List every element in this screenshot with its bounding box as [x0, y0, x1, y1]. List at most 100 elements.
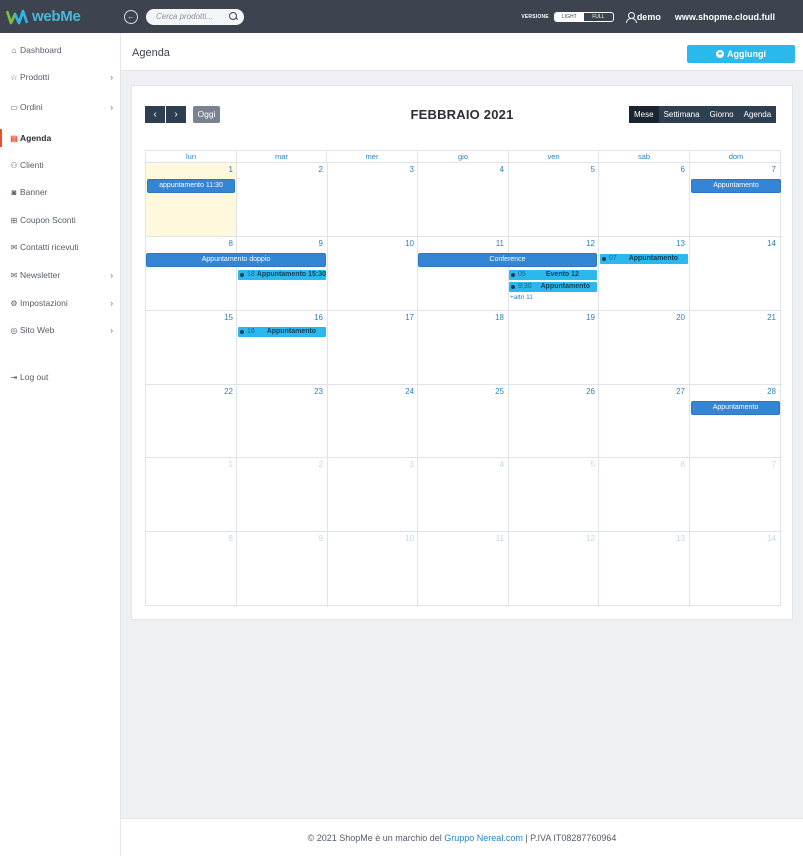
- back-arrow-icon[interactable]: ←: [124, 9, 138, 24]
- calendar-event[interactable]: Conference: [418, 253, 597, 267]
- day-number[interactable]: 12: [575, 239, 595, 248]
- day-number[interactable]: 5: [575, 165, 595, 174]
- day-number[interactable]: 17: [394, 313, 414, 322]
- day-number[interactable]: 3: [394, 165, 414, 174]
- day-number[interactable]: 2: [303, 165, 323, 174]
- day-number[interactable]: 15: [213, 313, 233, 322]
- view-day-button[interactable]: Giorno: [705, 106, 739, 123]
- sidebar-item-prodotti[interactable]: ☆ Prodotti ›: [0, 68, 121, 86]
- day-number-other-month[interactable]: 5: [575, 460, 595, 469]
- view-agenda-button[interactable]: Agenda: [739, 106, 777, 123]
- version-toggle[interactable]: LIGHT FULL: [553, 11, 614, 22]
- day-number[interactable]: 14: [756, 239, 776, 248]
- event-title: Appuntamento: [266, 328, 317, 335]
- day-number-other-month[interactable]: 7: [756, 460, 776, 469]
- sidebar-item-label: Clienti: [20, 160, 44, 170]
- day-number[interactable]: 26: [575, 387, 595, 396]
- version-light-option[interactable]: LIGHT: [554, 12, 584, 21]
- day-number[interactable]: 27: [665, 387, 685, 396]
- site-link[interactable]: www.shopme.cloud.full: [675, 12, 775, 22]
- day-number-other-month[interactable]: 2: [303, 460, 323, 469]
- sidebar-item-label: Agenda: [20, 133, 52, 143]
- day-number[interactable]: 13: [665, 239, 685, 248]
- day-number[interactable]: 24: [394, 387, 414, 396]
- sidebar-item-impostazioni[interactable]: ⚙ Impostazioni ›: [0, 294, 121, 312]
- more-events-link[interactable]: +altri 11: [510, 294, 533, 301]
- event-dot-icon: [240, 330, 244, 334]
- version-full-option[interactable]: FULL: [584, 13, 613, 21]
- grid-line: [146, 310, 782, 311]
- sidebar-item-newsletter[interactable]: ✉ Newsletter ›: [0, 266, 121, 284]
- gear-icon: ⚙: [10, 298, 18, 308]
- day-number-other-month[interactable]: 3: [394, 460, 414, 469]
- day-number[interactable]: 19: [575, 313, 595, 322]
- sidebar-item-sito-web[interactable]: ◎ Sito Web ›: [0, 321, 121, 339]
- day-number[interactable]: 20: [665, 313, 685, 322]
- sidebar-item-label: Sito Web: [20, 325, 55, 335]
- view-week-button[interactable]: Settimana: [659, 106, 705, 123]
- day-number-other-month[interactable]: 4: [484, 460, 504, 469]
- day-number[interactable]: 16: [303, 313, 323, 322]
- people-icon: ⚇: [10, 160, 18, 170]
- day-number[interactable]: 7: [756, 165, 776, 174]
- prev-month-button[interactable]: ‹: [145, 106, 165, 123]
- sidebar-item-coupon[interactable]: ⊞ Coupon Sconti: [0, 211, 121, 229]
- calendar-event-dot[interactable]: 16 Appuntamento: [238, 327, 326, 337]
- calendar-event[interactable]: Appuntamento: [691, 401, 780, 415]
- day-number-other-month[interactable]: 11: [484, 534, 504, 543]
- view-month-button[interactable]: Mese: [629, 106, 659, 123]
- search-input[interactable]: [156, 12, 226, 21]
- day-number-other-month[interactable]: 14: [756, 534, 776, 543]
- calendar-event[interactable]: Appuntamento doppio: [146, 253, 326, 267]
- day-number[interactable]: 6: [665, 165, 685, 174]
- day-number[interactable]: 4: [484, 165, 504, 174]
- day-number-other-month[interactable]: 1: [213, 460, 233, 469]
- sidebar-item-dashboard[interactable]: ⌂ Dashboard: [0, 41, 121, 59]
- add-button[interactable]: + Aggiungi: [687, 45, 795, 63]
- newsletter-icon: ✉: [10, 270, 18, 280]
- sidebar-item-agenda[interactable]: ▤ Agenda: [0, 129, 121, 147]
- sidebar-item-contatti[interactable]: ✉ Contatti ricevuti: [0, 238, 121, 256]
- day-number[interactable]: 23: [303, 387, 323, 396]
- day-number-other-month[interactable]: 6: [665, 460, 685, 469]
- sidebar-item-clienti[interactable]: ⚇ Clienti: [0, 156, 121, 174]
- sidebar-item-ordini[interactable]: ▭ Ordini ›: [0, 98, 121, 116]
- weekday-header: lun: [146, 151, 237, 162]
- add-button-label: Aggiungi: [727, 49, 766, 59]
- calendar-event-dot[interactable]: 9:30 Appuntamento: [509, 282, 597, 292]
- logo[interactable]: webMe: [0, 8, 120, 25]
- calendar-event-dot[interactable]: 07 Appuntamento: [600, 254, 688, 264]
- day-number-other-month[interactable]: 8: [213, 534, 233, 543]
- today-button[interactable]: Oggi: [193, 106, 220, 123]
- sidebar-item-banner[interactable]: ◙ Banner: [0, 183, 121, 201]
- calendar-event-dot[interactable]: 05 Evento 12: [509, 270, 597, 280]
- day-number[interactable]: 9: [303, 239, 323, 248]
- calendar-event[interactable]: appuntamento 11:30: [147, 179, 235, 193]
- day-number-other-month[interactable]: 10: [394, 534, 414, 543]
- day-number[interactable]: 18: [484, 313, 504, 322]
- day-number[interactable]: 22: [213, 387, 233, 396]
- calendar-event-dot[interactable]: 18 Appuntamento 15:30: [238, 270, 326, 280]
- day-number[interactable]: 11: [484, 239, 504, 248]
- next-month-button[interactable]: ›: [166, 106, 186, 123]
- user-menu[interactable]: demo: [625, 12, 661, 23]
- footer-link[interactable]: Gruppo Nereal.com: [444, 833, 523, 843]
- day-number-other-month[interactable]: 9: [303, 534, 323, 543]
- day-number-other-month[interactable]: 13: [665, 534, 685, 543]
- grid-line: [598, 162, 599, 607]
- sidebar-item-label: Ordini: [20, 102, 43, 112]
- day-number[interactable]: 28: [756, 387, 776, 396]
- day-number-other-month[interactable]: 12: [575, 534, 595, 543]
- day-number[interactable]: 10: [394, 239, 414, 248]
- day-number[interactable]: 1: [213, 165, 233, 174]
- day-number[interactable]: 21: [756, 313, 776, 322]
- calendar-event[interactable]: Appuntamento: [691, 179, 781, 193]
- view-switcher: Mese Settimana Giorno Agenda: [629, 106, 777, 123]
- day-number[interactable]: 8: [213, 239, 233, 248]
- search-icon[interactable]: [229, 12, 238, 21]
- month-title: FEBBRAIO 2021: [410, 107, 514, 122]
- star-icon: ☆: [10, 72, 18, 82]
- day-number[interactable]: 25: [484, 387, 504, 396]
- sidebar-item-logout[interactable]: ⇥ Log out: [0, 368, 121, 386]
- footer-vat: | P.IVA IT08287760964: [522, 833, 617, 843]
